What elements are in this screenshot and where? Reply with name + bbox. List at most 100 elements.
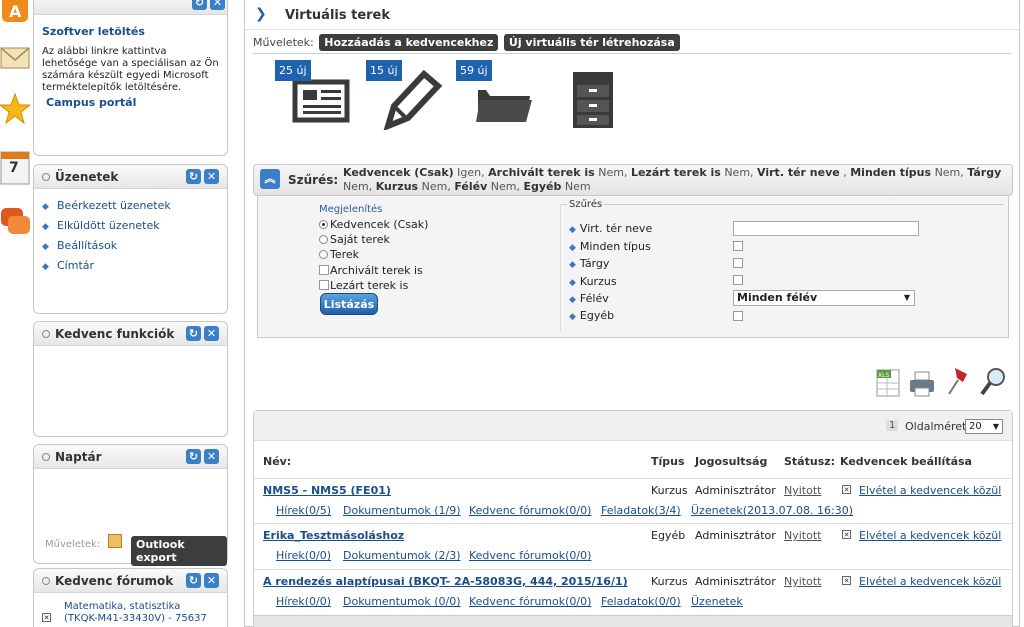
- header-rights[interactable]: Jogosultság: [695, 455, 767, 468]
- messages-item-sent[interactable]: ◆ Elküldött üzenetek: [42, 219, 227, 239]
- news-link[interactable]: Hírek(0/5): [276, 504, 331, 517]
- tasks-link[interactable]: Feladatok(3/4): [601, 504, 681, 517]
- filter-summary-bar[interactable]: ︽ Szűrés: Kedvencek (Csak) Igen, Archivá…: [253, 164, 1013, 196]
- cabinet-icon[interactable]: [557, 60, 637, 130]
- table-row: Erika_Tesztmásoláshoz Egyéb Adminisztrát…: [254, 523, 1012, 545]
- outlook-export-button[interactable]: Outlook export: [131, 536, 227, 566]
- space-status[interactable]: Nyitott: [784, 575, 821, 588]
- close-icon[interactable]: ✕: [204, 573, 219, 588]
- excel-export-icon[interactable]: XLS: [874, 364, 902, 398]
- subject-checkbox[interactable]: [733, 258, 743, 268]
- checkbox[interactable]: [319, 280, 329, 290]
- page-size-select[interactable]: 20 ▼: [965, 419, 1003, 434]
- space-status[interactable]: Nyitott: [784, 484, 821, 497]
- course-checkbox[interactable]: [733, 275, 743, 285]
- documents-link[interactable]: Dokumentumok (1/9): [343, 504, 461, 517]
- pencil-icon[interactable]: 15 új: [366, 60, 446, 130]
- folder-icon[interactable]: 59 új: [456, 60, 536, 130]
- news-badge: 25 új: [275, 60, 311, 81]
- filter-row-all-types: ◆ Minden típus: [569, 240, 651, 253]
- remove-favorite-icon[interactable]: ✕: [842, 530, 851, 539]
- pin-icon[interactable]: [945, 364, 973, 398]
- header-status[interactable]: Státusz:: [784, 455, 835, 468]
- envelope-icon[interactable]: [0, 40, 30, 74]
- export-icon[interactable]: [108, 534, 122, 548]
- news-link[interactable]: Hírek(0/0): [276, 549, 331, 562]
- other-checkbox[interactable]: [733, 311, 743, 321]
- close-icon[interactable]: ✕: [210, 0, 225, 10]
- close-icon[interactable]: ✕: [204, 326, 219, 341]
- close-icon[interactable]: ✕: [204, 449, 219, 464]
- space-name-link[interactable]: Erika_Tesztmásoláshoz: [263, 529, 404, 542]
- header-type[interactable]: Típus: [651, 455, 685, 468]
- documents-link[interactable]: Dokumentumok (2/3): [343, 549, 461, 562]
- check-archived[interactable]: Archivált terek is: [319, 264, 423, 277]
- close-icon[interactable]: ✕: [204, 169, 219, 184]
- check-closed[interactable]: Lezárt terek is: [319, 279, 408, 292]
- panel-header: Kedvenc fórumok ↻ ✕: [34, 569, 227, 593]
- space-status[interactable]: Nyitott: [784, 529, 821, 542]
- space-name-input[interactable]: [733, 221, 919, 236]
- new-virtual-space-button[interactable]: Új virtuális tér létrehozása: [503, 34, 680, 51]
- radio-button[interactable]: [319, 235, 328, 244]
- results-table: 1 Oldalméret 20 ▼ Név: Típus Jogosultság …: [253, 410, 1013, 627]
- forums-link[interactable]: Kedvenc fórumok(0/0): [469, 595, 591, 608]
- search-icon[interactable]: [979, 364, 1007, 398]
- chevron-right-icon: ❯: [255, 6, 267, 22]
- messages-item-settings[interactable]: ◆ Beállítások: [42, 239, 227, 259]
- space-name-link[interactable]: A rendezés alaptípusai (BKQT- 2A-58083G,…: [263, 575, 628, 588]
- download-text: Az alábbi linkre kattintva lehetősége va…: [42, 46, 219, 93]
- page-number[interactable]: 1: [886, 420, 899, 431]
- campus-portal-link[interactable]: Campus portál: [46, 96, 136, 109]
- remove-forum-icon[interactable]: ✕: [42, 613, 51, 622]
- header-name[interactable]: Név:: [263, 455, 291, 468]
- space-name-link[interactable]: NMS5 - NMS5 (FE01): [263, 484, 391, 497]
- news-link[interactable]: Hírek(0/0): [276, 595, 331, 608]
- radio-button[interactable]: [319, 220, 328, 229]
- calendar-icon[interactable]: 7: [0, 148, 30, 188]
- print-icon[interactable]: [908, 364, 936, 398]
- list-button[interactable]: Listázás: [320, 293, 378, 315]
- remove-favorite-icon[interactable]: ✕: [842, 485, 851, 494]
- remove-favorite-icon[interactable]: ✕: [842, 576, 851, 585]
- diamond-icon: ◆: [569, 260, 576, 270]
- forums-link[interactable]: Kedvenc fórumok(0/0): [469, 549, 591, 562]
- documents-link[interactable]: Dokumentumok (0/0): [343, 595, 461, 608]
- radio-favorites[interactable]: Kedvencek (Csak): [319, 218, 428, 231]
- radio-own-spaces[interactable]: Saját terek: [319, 233, 390, 246]
- forum-item[interactable]: Matematika, statisztika (TKQK-M41-33430V…: [64, 601, 207, 625]
- checkbox[interactable]: [319, 265, 329, 275]
- messages-item-inbox[interactable]: ◆ Beérkezett üzenetek: [42, 199, 227, 219]
- diamond-icon: ◆: [569, 312, 576, 322]
- remove-favorite-link[interactable]: Elvétel a kedvencek közül: [859, 484, 1001, 497]
- messages-link[interactable]: Üzenetek(2013.07.08. 16:30): [691, 504, 853, 517]
- dropdown-arrow-icon: ▼: [903, 293, 910, 302]
- software-download-panel: ↻ ✕ Szoftver letöltés Az alábbi linkre k…: [33, 0, 228, 156]
- collapse-icon[interactable]: ︽: [260, 169, 280, 189]
- semester-select[interactable]: Minden félév ▼: [733, 290, 915, 306]
- messages-list: ◆ Beérkezett üzenetek ◆ Elküldött üzenetek…: [42, 199, 227, 279]
- refresh-icon[interactable]: ↻: [186, 169, 201, 184]
- panel-header: Kedvenc funkciók ↻ ✕: [34, 322, 227, 346]
- refresh-icon[interactable]: ↻: [186, 573, 201, 588]
- refresh-icon[interactable]: ↻: [186, 326, 201, 341]
- refresh-icon[interactable]: ↻: [186, 449, 201, 464]
- tasks-link[interactable]: Feladatok(0/0): [601, 595, 681, 608]
- messages-item-directory[interactable]: ◆ Címtár: [42, 259, 227, 279]
- radio-spaces[interactable]: Terek: [319, 248, 359, 261]
- star-icon[interactable]: [0, 92, 32, 128]
- messages-link[interactable]: Üzenetek: [691, 595, 743, 608]
- app-logo-icon[interactable]: A: [0, 0, 30, 24]
- remove-favorite-link[interactable]: Elvétel a kedvencek közül: [859, 529, 1001, 542]
- chat-icon[interactable]: [0, 206, 30, 242]
- news-icon[interactable]: 25 új: [275, 60, 355, 130]
- radio-button[interactable]: [319, 250, 328, 259]
- filter-fieldset: Szűrés ◆ Virt. tér neve ◆ Minden típus ◆ Tá…: [560, 199, 1004, 332]
- forums-link[interactable]: Kedvenc fórumok(0/0): [469, 504, 591, 517]
- refresh-icon[interactable]: ↻: [192, 0, 207, 10]
- panel-bullet-icon: [42, 453, 50, 461]
- add-to-favorites-button[interactable]: Hozzáadás a kedvencekhez: [319, 34, 499, 51]
- results-toolbar: 1 Oldalméret 20 ▼: [254, 411, 1012, 441]
- remove-favorite-link[interactable]: Elvétel a kedvencek közül: [859, 575, 1001, 588]
- all-types-checkbox[interactable]: [733, 241, 743, 251]
